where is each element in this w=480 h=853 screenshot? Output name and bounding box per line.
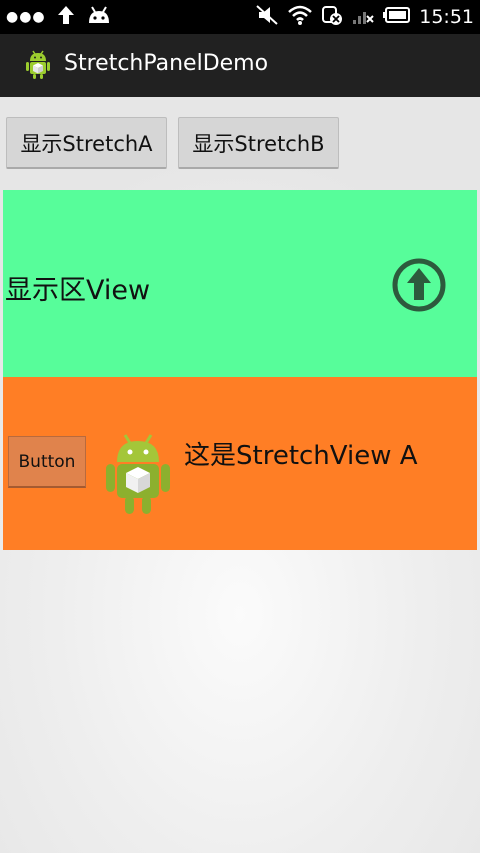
stretch-view-a-label: 这是StretchView A <box>184 441 418 471</box>
clock: 15:51 <box>419 6 474 28</box>
status-bar: ●●● 15:51 <box>0 0 480 34</box>
android-robot-icon <box>103 433 173 521</box>
display-area-label: 显示区View <box>5 275 151 306</box>
dots-icon: ●●● <box>6 9 46 25</box>
stretch-view-a: Button 这是StretchView A <box>3 377 477 550</box>
up-arrow-circle-icon[interactable] <box>390 256 448 318</box>
stretch-a-button[interactable]: Button <box>8 436 86 488</box>
data-off-icon <box>321 4 343 31</box>
upload-arrow-icon <box>56 4 76 31</box>
wifi-icon <box>287 4 313 31</box>
show-stretch-b-button[interactable]: 显示StretchB <box>178 117 339 169</box>
show-stretch-a-button[interactable]: 显示StretchA <box>6 117 167 169</box>
display-area-view: 显示区View <box>3 190 477 377</box>
signal-icon <box>351 4 375 31</box>
app-title: StretchPanelDemo <box>64 51 269 76</box>
android-app-icon <box>24 50 52 84</box>
mute-icon <box>255 4 279 31</box>
android-head-icon <box>86 5 112 30</box>
battery-icon <box>383 6 411 29</box>
